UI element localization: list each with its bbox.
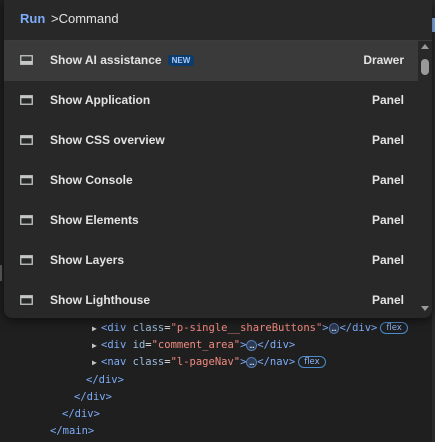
command-item-text: Show Console — [50, 173, 133, 187]
scroll-up-icon[interactable] — [421, 44, 429, 49]
command-item-category: Panel — [371, 93, 404, 107]
panel-icon — [20, 215, 33, 225]
scrollbar-thumb[interactable] — [421, 59, 429, 75]
dom-close-div[interactable]: </div> — [86, 372, 124, 388]
command-item-category: Panel — [371, 293, 404, 307]
command-item-label: Show Console — [50, 173, 133, 187]
command-item-text: Show CSS overview — [50, 133, 165, 147]
command-item[interactable]: Show Lighthouse Panel — [4, 281, 418, 318]
ellipsis-button[interactable]: … — [246, 356, 258, 368]
command-item-category: Panel — [371, 213, 404, 227]
expand-arrow-icon[interactable]: ▶ — [92, 355, 101, 371]
command-item-label: Show CSS overview — [50, 133, 165, 147]
dom-close-div[interactable]: </div> — [62, 406, 100, 422]
tag-close: </div> — [257, 339, 296, 351]
command-item-category: Panel — [371, 133, 404, 147]
attr-name: class — [132, 322, 165, 334]
panel-icon — [20, 135, 33, 145]
tag-close: </div> — [339, 322, 378, 334]
attr-name: class — [132, 356, 165, 368]
command-item-label: Show Application — [50, 93, 150, 107]
attr-value: "comment_area" — [151, 339, 241, 351]
command-item[interactable]: Show Elements Panel — [4, 201, 418, 241]
dom-node-page-nav[interactable]: ▶ <nav class="l-pageNav">… </nav> flex — [92, 354, 326, 370]
tag-gt: > — [322, 322, 329, 334]
command-item-text: Show Elements — [50, 213, 139, 227]
command-item[interactable]: Show CSS overview Panel — [4, 121, 418, 161]
prompt-mode-label: Run — [20, 11, 46, 26]
attr-name: id — [132, 339, 146, 351]
panel-icon — [20, 95, 33, 105]
tag-open: <div — [101, 322, 127, 334]
command-item[interactable]: Show AI assistance NEW Drawer — [4, 41, 418, 81]
command-item-category: Panel — [371, 253, 404, 267]
command-item-category: Panel — [371, 173, 404, 187]
command-item[interactable]: Show Layers Panel — [4, 241, 418, 281]
command-item-text: Show AI assistance — [50, 53, 162, 67]
dom-node-share-buttons[interactable]: ▶ <div class="p-single__shareButtons">… </… — [92, 320, 408, 336]
tag-open: <div — [101, 339, 127, 351]
new-badge: NEW — [167, 55, 195, 66]
command-item-label: Show AI assistance NEW — [50, 53, 195, 67]
command-item[interactable]: Show Application Panel — [4, 81, 418, 121]
drawer-icon — [20, 55, 33, 65]
command-item-label: Show Lighthouse — [50, 293, 150, 307]
dom-close-main[interactable]: </main> — [50, 423, 94, 439]
expand-arrow-icon[interactable]: ▶ — [92, 338, 101, 354]
panel-icon — [20, 255, 33, 265]
command-list: Show AI assistance NEW Drawer Show Applicat… — [4, 41, 418, 318]
dom-node-comment-area[interactable]: ▶ <div id="comment_area">… </div> — [92, 337, 295, 353]
command-item-label: Show Elements — [50, 213, 139, 227]
ellipsis-button[interactable]: … — [246, 339, 258, 351]
scroll-down-icon[interactable] — [421, 306, 429, 311]
tag-close: </nav> — [257, 356, 296, 368]
scrollbar[interactable] — [418, 41, 432, 318]
panel-icon — [20, 175, 33, 185]
expand-arrow-icon[interactable]: ▶ — [92, 321, 101, 337]
command-item-category: Drawer — [363, 53, 404, 67]
attr-value: "l-pageNav" — [170, 356, 241, 368]
command-item-label: Show Layers — [50, 253, 124, 267]
command-item[interactable]: Show Console Panel — [4, 161, 418, 201]
command-item-text: Show Layers — [50, 253, 125, 267]
command-menu: Run Show AI assistance NEW Drawer Show Appl… — [4, 0, 432, 318]
panel-icon — [20, 295, 33, 305]
command-prompt: Run — [4, 0, 432, 41]
flex-badge[interactable]: flex — [298, 356, 326, 368]
ellipsis-button[interactable]: … — [328, 322, 340, 334]
tag-open: <nav — [101, 356, 127, 368]
left-panel-edge — [0, 265, 2, 281]
flex-badge[interactable]: flex — [380, 322, 408, 334]
command-item-text: Show Lighthouse — [50, 293, 150, 307]
command-input[interactable] — [51, 11, 391, 26]
dom-close-div[interactable]: </div> — [74, 389, 112, 405]
attr-value: "p-single__shareButtons" — [170, 322, 323, 334]
command-item-text: Show Application — [50, 93, 151, 107]
